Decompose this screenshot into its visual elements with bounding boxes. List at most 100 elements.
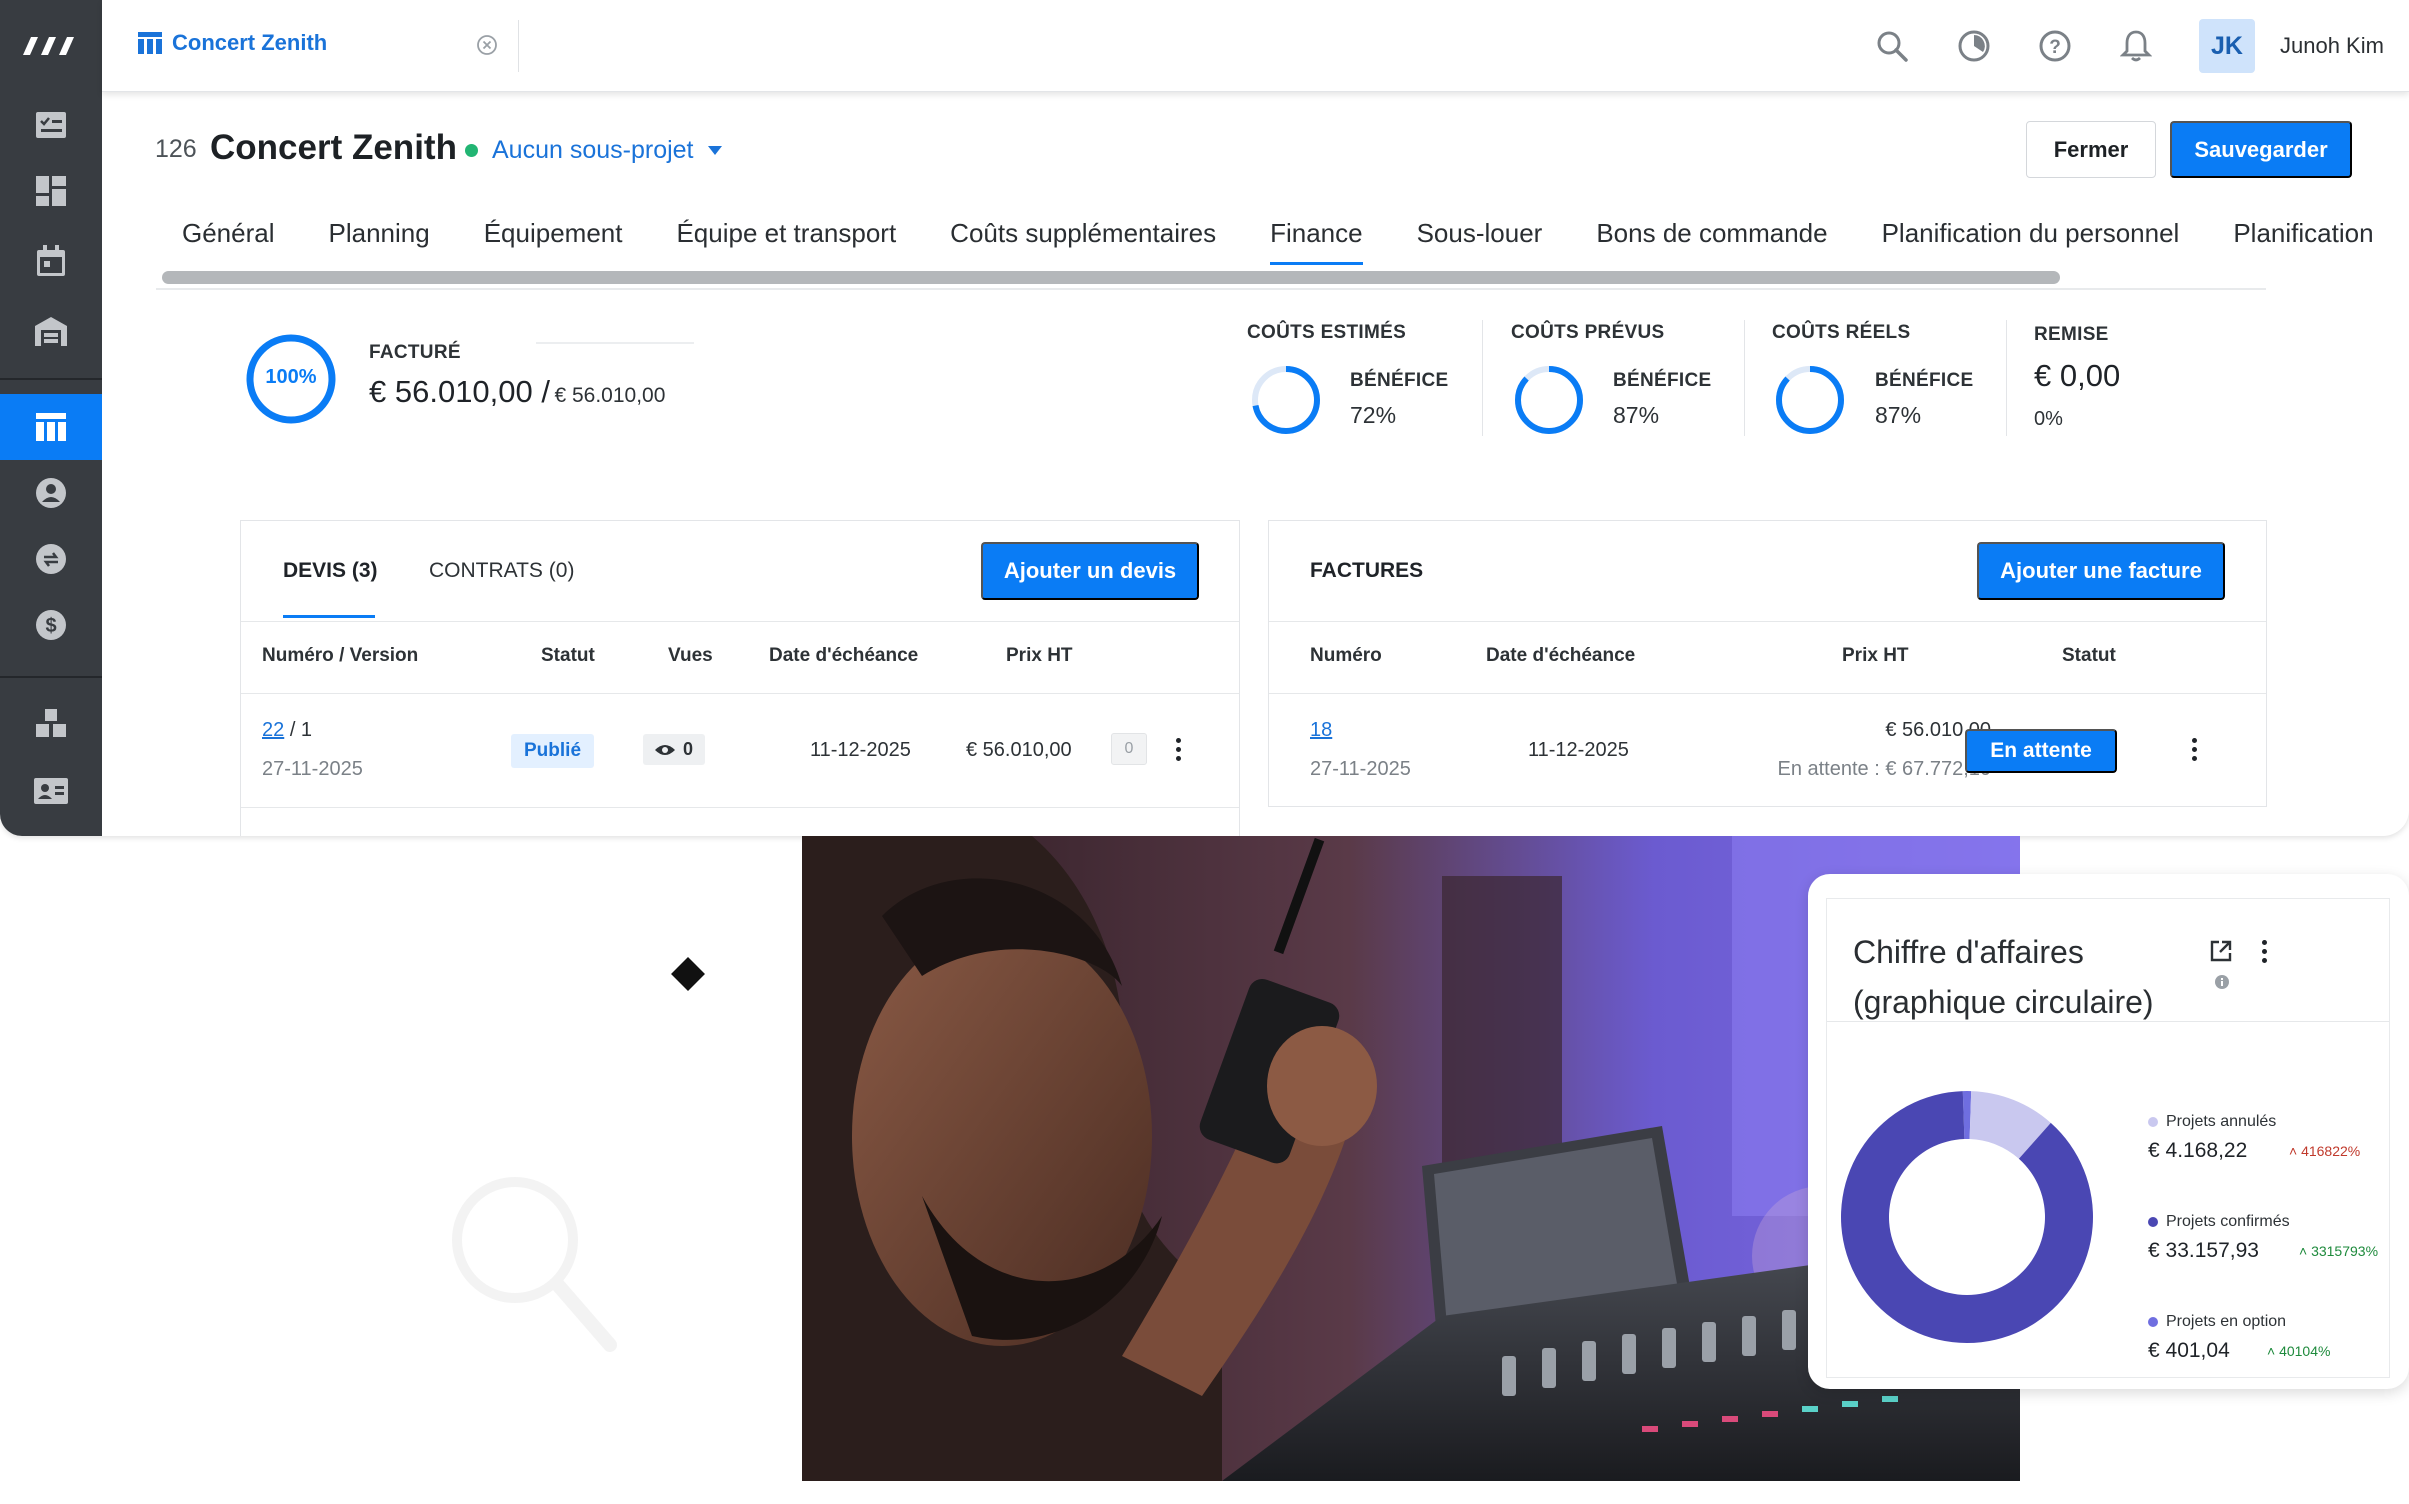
tab-staff-planning[interactable]: Planification du personnel <box>1882 218 2180 265</box>
sidebar: $ <box>0 0 102 836</box>
column-header: Numéro <box>1310 645 1382 666</box>
tab-finance[interactable]: Finance <box>1270 218 1363 265</box>
legend-swatch <box>2148 1117 2158 1127</box>
legend-delta: ˄ 3315793% <box>2299 1243 2379 1259</box>
subproject-label: Aucun sous-projet <box>492 136 694 164</box>
add-invoice-button[interactable]: Ajouter une facture <box>1977 542 2225 600</box>
active-tab-indicator <box>283 615 375 618</box>
more-vertical-icon <box>1175 737 1181 743</box>
user-name[interactable]: Junoh Kim <box>2280 33 2384 59</box>
logo-icon <box>23 37 74 55</box>
tab-planning[interactable]: Planning <box>329 218 430 265</box>
widget-title: Chiffre d'affaires (graphique circulaire… <box>1853 934 2154 1020</box>
delta-value: 40104% <box>2279 1343 2331 1359</box>
task-list-icon <box>36 112 66 138</box>
tabs-scrollbar[interactable] <box>162 271 2060 284</box>
sidebar-item-sync[interactable] <box>0 526 102 592</box>
more-options-button[interactable] <box>1168 734 1188 764</box>
sidebar-item-finance[interactable]: $ <box>0 592 102 658</box>
estimated-benefit-value: 72% <box>1350 402 1397 428</box>
sidebar-item-projects[interactable] <box>0 394 102 460</box>
timer-icon <box>1958 30 1990 62</box>
sidebar-item-contacts[interactable] <box>0 460 102 526</box>
subproject-dropdown[interactable]: Aucun sous-projet <box>492 136 722 165</box>
app-logo[interactable] <box>0 0 102 92</box>
quote-created-date: 27-11-2025 <box>262 758 363 780</box>
summary-divider <box>2006 320 2007 436</box>
column-header: Statut <box>541 645 595 666</box>
legend-item-confirmed: Projets confirmés <box>2148 1213 2290 1231</box>
revenue-widget-panel: Chiffre d'affaires (graphique circulaire… <box>1826 898 2390 1378</box>
boxes-icon <box>36 709 66 737</box>
card-divider <box>241 693 1239 694</box>
actual-benefit-value: 87% <box>1875 402 1922 428</box>
invoice-number-link[interactable]: 18 <box>1310 719 1332 741</box>
planned-benefit-value: 87% <box>1613 402 1660 428</box>
exchange-icon <box>36 544 66 574</box>
attachment-count-chip[interactable]: 0 <box>1111 733 1147 765</box>
invoiced-percent: 100% <box>265 366 317 388</box>
tab-crew-transport[interactable]: Équipe et transport <box>676 218 896 265</box>
tab-quotes[interactable]: DEVIS (3) <box>283 559 378 583</box>
tab-general[interactable]: Général <box>182 218 275 265</box>
open-external-button[interactable] <box>2209 939 2233 968</box>
tab-subrent[interactable]: Sous-louer <box>1417 218 1543 265</box>
status-dot <box>465 144 478 157</box>
widget-more-button[interactable] <box>2254 936 2274 966</box>
project-number: 126 <box>155 135 197 163</box>
svg-text:?: ? <box>2049 37 2061 58</box>
card-divider <box>1269 621 2266 622</box>
delta-value: 416822% <box>2301 1143 2361 1159</box>
sidebar-item-dashboard[interactable] <box>0 158 102 224</box>
help-icon: ? <box>2039 30 2071 62</box>
discount-label: REMISE <box>2034 324 2109 345</box>
sidebar-item-crew[interactable] <box>0 758 102 824</box>
invoice-created-date: 27-11-2025 <box>1310 758 1411 780</box>
sidebar-item-calendar[interactable] <box>0 228 102 294</box>
card-divider <box>241 621 1239 622</box>
tab-equipment[interactable]: Équipement <box>484 218 623 265</box>
sidebar-item-inventory[interactable] <box>0 690 102 756</box>
legend-swatch <box>2148 1317 2158 1327</box>
table-icon <box>36 413 66 441</box>
info-icon[interactable] <box>2215 975 2229 994</box>
more-options-button[interactable] <box>2184 734 2204 764</box>
actual-benefit-ring <box>1776 366 1844 434</box>
actual-benefit-label: BÉNÉFICE <box>1875 370 1974 391</box>
user-avatar[interactable]: JK <box>2199 19 2255 73</box>
column-header: Date d'échéance <box>769 645 919 666</box>
discount-amount: € 0,00 <box>2034 358 2121 393</box>
document-tab[interactable]: Concert Zenith <box>138 30 327 56</box>
close-tab-button[interactable] <box>476 34 498 61</box>
tab-purchase-orders[interactable]: Bons de commande <box>1596 218 1827 265</box>
tab-contracts[interactable]: CONTRATS (0) <box>429 559 574 583</box>
delta-value: 3315793% <box>2311 1243 2379 1259</box>
column-header: Statut <box>2062 645 2116 666</box>
save-button[interactable]: Sauvegarder <box>2170 121 2352 178</box>
sidebar-item-tasks[interactable] <box>0 92 102 158</box>
tab-planification[interactable]: Planification <box>2233 218 2373 265</box>
legend-value: € 401,04 <box>2148 1339 2230 1362</box>
caret-down-icon <box>707 146 722 155</box>
invoice-pending-amount: En attente : € 67.772,10 <box>1777 758 1991 780</box>
add-quote-button[interactable]: Ajouter un devis <box>981 542 1199 600</box>
document-tab-label: Concert Zenith <box>172 30 328 55</box>
revenue-widget: Chiffre d'affaires (graphique circulaire… <box>1808 874 2409 1389</box>
search-button[interactable] <box>1872 26 1912 66</box>
column-header: Vues <box>668 645 713 666</box>
notifications-button[interactable] <box>2116 26 2156 66</box>
timer-button[interactable] <box>1954 26 1994 66</box>
quote-price: € 56.010,00 <box>966 739 1072 761</box>
close-button[interactable]: Fermer <box>2026 121 2156 178</box>
svg-text:$: $ <box>45 615 56 637</box>
sidebar-item-warehouse[interactable] <box>0 298 102 364</box>
estimated-benefit-label: BÉNÉFICE <box>1350 370 1449 391</box>
invoice-status-button[interactable]: En attente <box>1965 729 2117 773</box>
quote-number-link[interactable]: 22 <box>262 719 284 741</box>
help-button[interactable]: ? <box>2035 26 2075 66</box>
sidebar-divider <box>0 676 102 678</box>
dollar-icon: $ <box>36 610 66 640</box>
invoices-card: FACTURES Ajouter une facture Numéro Date… <box>1268 520 2267 807</box>
tab-additional-costs[interactable]: Coûts supplémentaires <box>950 218 1216 265</box>
bell-icon <box>2120 30 2152 62</box>
